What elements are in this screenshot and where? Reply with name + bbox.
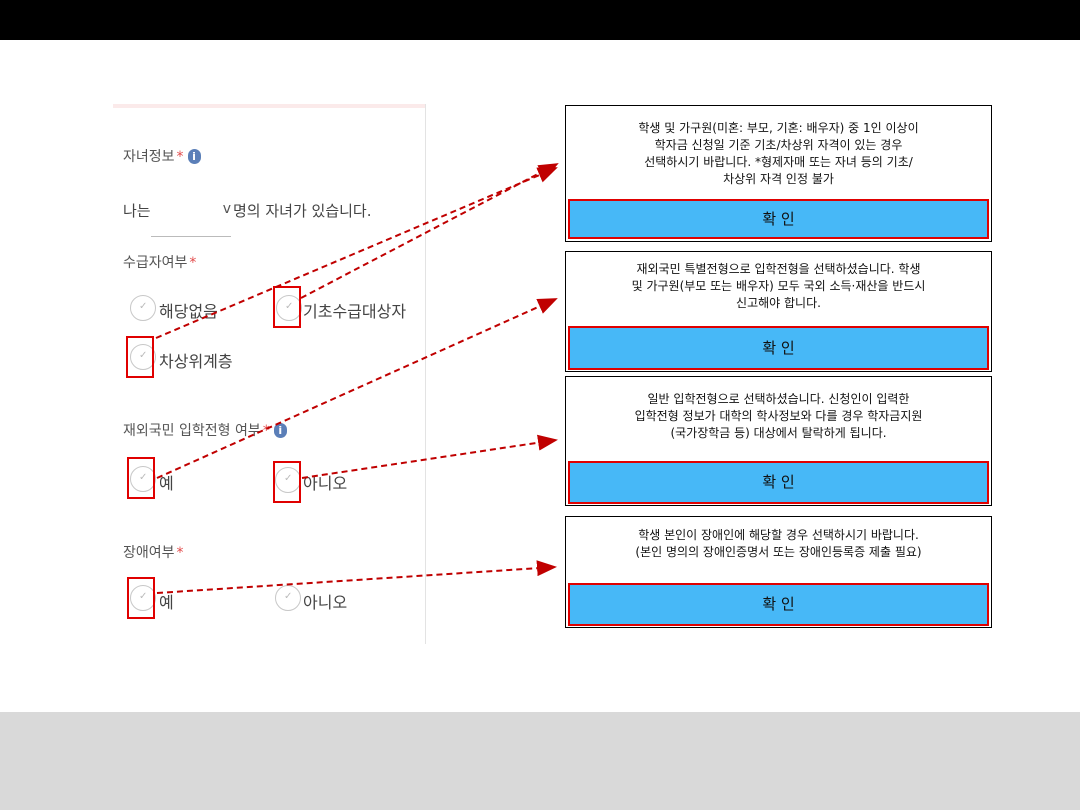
- arrow-near-poverty: [155, 167, 558, 339]
- arrow-disability-yes: [156, 560, 557, 594]
- bottom-bar: [0, 712, 1080, 810]
- connector-arrows: [155, 163, 559, 594]
- arrow-overseas-yes: [156, 298, 558, 479]
- arrow-overseas-no: [301, 434, 558, 479]
- arrow-basic-recipient: [300, 163, 559, 299]
